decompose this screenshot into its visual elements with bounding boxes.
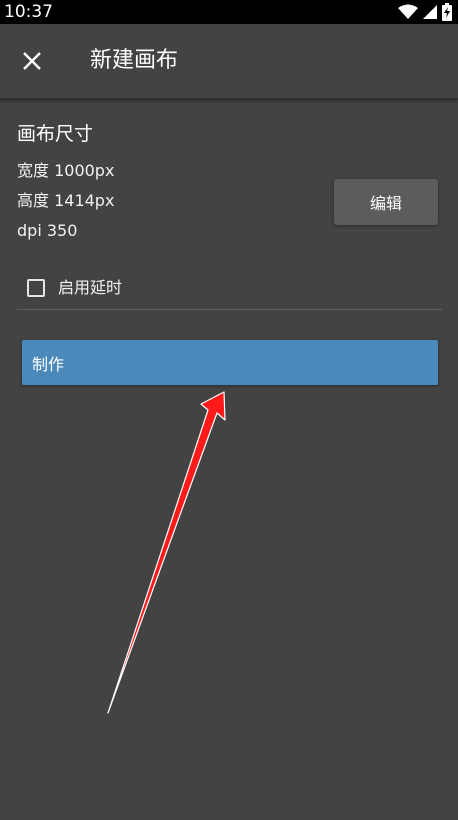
status-bar: 10:37 [0,0,458,24]
page-title: 新建画布 [90,48,179,73]
battery-icon [442,3,452,21]
close-icon[interactable] [22,51,42,71]
canvas-dpi-text: dpi 350 [17,221,78,240]
canvas-size-title: 画布尺寸 [17,123,94,145]
status-time: 10:37 [4,2,53,22]
enable-delay-label: 启用延时 [58,278,123,297]
signal-icon [423,5,437,19]
status-icons [398,2,452,22]
canvas-height-text: 高度 1414px [17,191,115,210]
canvas-width-text: 宽度 1000px [17,161,115,180]
edit-button[interactable]: 编辑 [334,179,438,225]
enable-delay-checkbox[interactable] [27,279,45,297]
wifi-icon [398,4,418,19]
enable-delay-row[interactable]: 启用延时 [17,270,442,310]
make-button[interactable]: 制作 [22,340,438,385]
app-bar: 新建画布 [0,24,458,100]
close-button[interactable] [14,43,50,79]
